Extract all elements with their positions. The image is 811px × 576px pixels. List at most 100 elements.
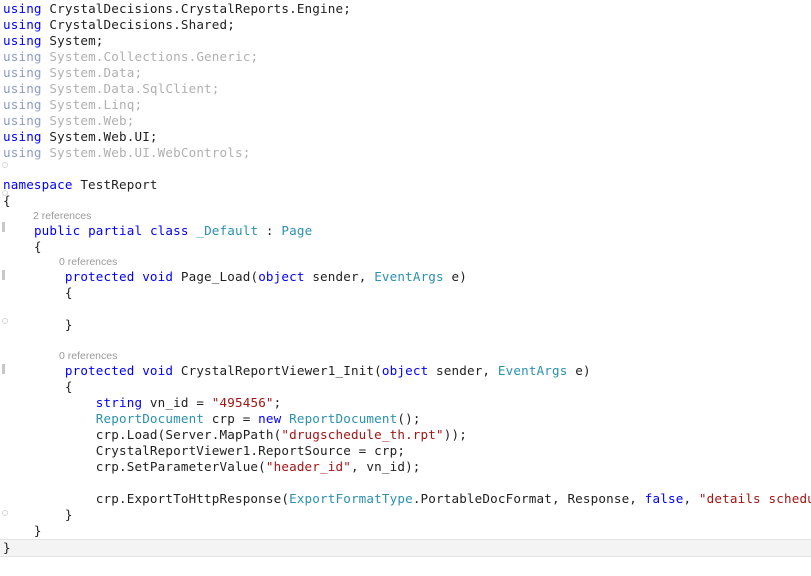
code-line-15[interactable]: { <box>0 239 811 255</box>
code-token: sender, <box>428 363 498 378</box>
code-token: , <box>683 491 699 506</box>
code-token: sender, <box>304 269 375 284</box>
code-token: Page_Load( <box>173 269 259 284</box>
code-text-surface[interactable]: using CrystalDecisions.CrystalReports.En… <box>0 0 811 576</box>
code-token: System.Linq; <box>41 97 143 112</box>
code-token: ReportDocument <box>289 411 398 426</box>
code-token: using <box>3 49 42 64</box>
code-line-23[interactable]: string vn_id = "495456"; <box>0 395 811 411</box>
code-token: false <box>644 491 684 506</box>
code-token: using <box>3 145 42 160</box>
code-token: using <box>3 129 42 144</box>
code-token: public <box>33 223 81 238</box>
code-token: Page <box>281 223 313 238</box>
code-token: )); <box>443 427 467 442</box>
code-token: System.Web.UI; <box>41 129 158 144</box>
code-line-1[interactable]: using CrystalDecisions.CrystalReports.En… <box>0 1 811 17</box>
code-line-19[interactable]: } <box>0 317 811 333</box>
code-line-21[interactable]: protected void CrystalReportViewer1_Init… <box>0 363 811 379</box>
code-token: } <box>3 540 11 555</box>
code-token: "495456" <box>211 395 274 410</box>
code-token: namespace <box>3 177 73 192</box>
code-token: CrystalDecisions.CrystalReports.Engine; <box>41 1 351 16</box>
code-token: "details schedule" <box>698 491 811 506</box>
code-token: crp.SetParameterValue( <box>3 459 266 474</box>
code-token: System; <box>41 33 104 48</box>
code-token: class <box>149 223 189 238</box>
code-token: { <box>3 379 73 394</box>
code-line-22[interactable]: { <box>0 379 811 395</box>
code-line-9[interactable]: using System.Web.UI; <box>0 129 811 145</box>
code-line-29[interactable]: crp.ExportToHttpResponse(ExportFormatTyp… <box>0 491 811 507</box>
code-token: ; <box>273 395 282 410</box>
code-token: , vn_id); <box>350 459 421 474</box>
code-token: { <box>3 239 42 254</box>
code-token: protected <box>64 269 135 284</box>
code-token: crp.Load(Server.MapPath( <box>3 427 282 442</box>
codelens-page-load[interactable]: 0 references <box>0 255 811 269</box>
code-line-6[interactable]: using System.Data.SqlClient; <box>0 81 811 97</box>
code-line-32[interactable]: } <box>0 539 811 557</box>
code-token: using <box>3 33 42 48</box>
code-token: using <box>3 65 42 80</box>
code-line-5[interactable]: using System.Data; <box>0 65 811 81</box>
code-token: } <box>3 507 73 522</box>
code-token: "drugschedule_th.rpt" <box>281 427 444 442</box>
code-token: using <box>3 1 42 16</box>
code-token: crp = <box>204 411 259 426</box>
code-line-25[interactable]: crp.Load(Server.MapPath("drugschedule_th… <box>0 427 811 443</box>
code-token: } <box>3 317 73 332</box>
code-token: .PortableDocFormat, Response, <box>412 491 645 506</box>
code-token: partial <box>88 223 143 238</box>
code-token: (); <box>397 411 421 426</box>
code-line-11[interactable] <box>0 161 811 177</box>
code-line-7[interactable]: using System.Linq; <box>0 97 811 113</box>
code-token: System.Data; <box>41 65 143 80</box>
codelens-class-default[interactable]: 2 references <box>0 209 811 223</box>
code-token: } <box>3 523 42 538</box>
code-line-30[interactable]: } <box>0 507 811 523</box>
code-token: { <box>3 285 73 300</box>
code-line-18[interactable] <box>0 301 811 317</box>
code-line-16[interactable]: protected void Page_Load(object sender, … <box>0 269 811 285</box>
code-line-14[interactable]: public partial class _Default : Page <box>0 223 811 239</box>
code-token: vn_id = <box>142 395 212 410</box>
code-line-12[interactable]: namespace TestReport <box>0 177 811 193</box>
code-line-31[interactable]: } <box>0 523 811 539</box>
code-token: e) <box>567 363 591 378</box>
code-line-13[interactable]: { <box>0 193 811 209</box>
code-token: e) <box>443 269 467 284</box>
code-line-4[interactable]: using System.Collections.Generic; <box>0 49 811 65</box>
code-token: _Default <box>196 223 259 238</box>
code-token: using <box>3 113 42 128</box>
code-line-3[interactable]: using System; <box>0 33 811 49</box>
code-token: EventArgs <box>497 363 568 378</box>
code-line-20[interactable] <box>0 333 811 349</box>
codelens-crystal-report-viewer-init[interactable]: 0 references <box>0 349 811 363</box>
code-line-26[interactable]: CrystalReportViewer1.ReportSource = crp; <box>0 443 811 459</box>
code-line-10[interactable]: using System.Web.UI.WebControls; <box>0 145 811 161</box>
code-line-28[interactable] <box>0 475 811 491</box>
code-token: : <box>258 223 282 238</box>
code-editor[interactable]: using CrystalDecisions.CrystalReports.En… <box>0 0 811 576</box>
code-line-17[interactable]: { <box>0 285 811 301</box>
code-token: object <box>381 363 429 378</box>
code-token: void <box>142 363 174 378</box>
code-line-27[interactable]: crp.SetParameterValue("header_id", vn_id… <box>0 459 811 475</box>
code-token: System.Web; <box>41 113 135 128</box>
code-token: object <box>258 269 305 284</box>
code-token: using <box>3 81 42 96</box>
code-line-8[interactable]: using System.Web; <box>0 113 811 129</box>
code-line-24[interactable]: ReportDocument crp = new ReportDocument(… <box>0 411 811 427</box>
code-token: CrystalReportViewer1_Init( <box>173 363 382 378</box>
code-token: using <box>3 17 42 32</box>
code-token: CrystalReportViewer1.ReportSource = crp; <box>3 443 406 458</box>
code-line-2[interactable]: using CrystalDecisions.Shared; <box>0 17 811 33</box>
code-token: System.Web.UI.WebControls; <box>41 145 251 160</box>
